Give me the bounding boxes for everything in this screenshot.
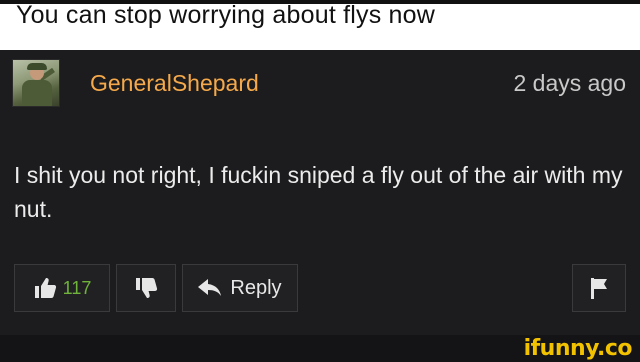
avatar[interactable] [12, 59, 60, 107]
thumbs-down-icon [134, 277, 158, 299]
reply-button[interactable]: Reply [182, 264, 298, 312]
like-button[interactable]: 117 [14, 264, 110, 312]
comment-text: I shit you not right, I fuckin sniped a … [14, 162, 623, 222]
flag-icon [589, 277, 609, 299]
dislike-button[interactable] [116, 264, 176, 312]
caption-bar: You can stop worrying about flys now [0, 0, 640, 50]
reply-arrow-icon [198, 279, 222, 297]
reply-label: Reply [230, 276, 282, 299]
comment-timestamp: 2 days ago [513, 70, 626, 96]
ifunny-watermark: ifunny.co [523, 336, 633, 361]
flag-button[interactable] [572, 264, 626, 312]
comment-actions: 117 Reply [14, 264, 298, 312]
thumbs-up-icon [33, 277, 57, 299]
comment-card: GeneralShepard 2 days ago I shit you not… [0, 50, 640, 335]
like-count: 117 [62, 277, 92, 298]
meme-caption: You can stop worrying about flys now [16, 1, 436, 29]
comment-username[interactable]: GeneralShepard [90, 70, 259, 97]
